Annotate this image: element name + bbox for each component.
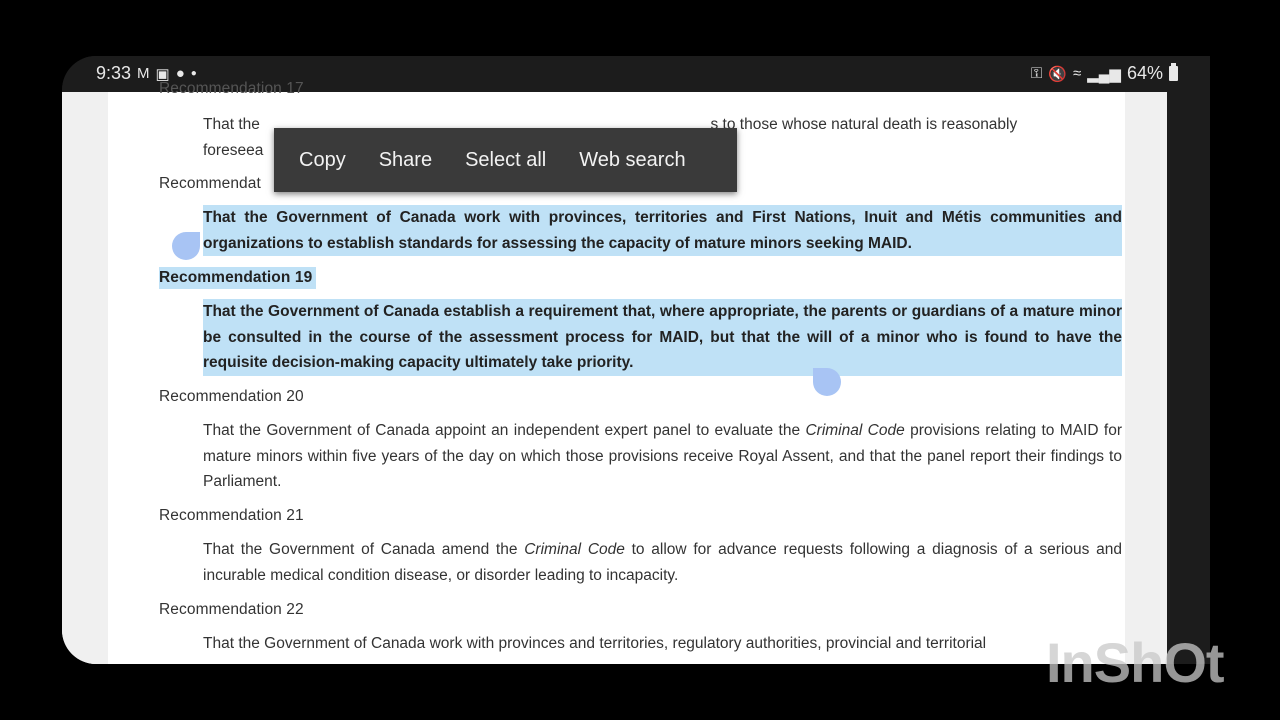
clock: 9:33 <box>96 63 132 83</box>
web-search-button[interactable]: Web search <box>579 149 685 172</box>
document-content: Recommendation 17 That the s to those wh… <box>62 80 1167 664</box>
text-fragment: That the Government of Canada amend the <box>203 541 525 558</box>
battery-percent: 64% <box>1126 63 1163 83</box>
recommendation-heading: Recommendation 21 <box>159 507 304 524</box>
select-all-button[interactable]: Select all <box>465 149 546 172</box>
signal-icon: ▂▄▆ <box>1087 65 1121 83</box>
inshot-watermark: InShOt <box>1046 631 1225 694</box>
italic-text: Criminal Code <box>805 422 905 439</box>
recommendation-text: That the Government of Canada amend the … <box>203 537 1122 588</box>
phone-screen: 9:33 M ▣ ● ● ⚿ 🔇 ≈ ▂▄▆ 64% Recommendatio… <box>62 56 1210 664</box>
selected-recommendation-text[interactable]: That the Government of Canada establish … <box>203 299 1122 376</box>
text-fragment: That the Government of Canada appoint an… <box>203 422 806 439</box>
text-selection-menu: Copy Share Select all Web search <box>274 128 737 192</box>
selected-recommendation-heading[interactable]: Recommendation 19 <box>159 267 317 289</box>
recommendation-heading: Recommendation 22 <box>159 601 304 618</box>
battery-icon <box>1169 63 1178 81</box>
selection-end-handle[interactable] <box>813 368 841 396</box>
copy-button[interactable]: Copy <box>299 149 346 172</box>
gmail-icon: M <box>137 65 150 82</box>
document-page[interactable]: Recommendation 17 That the s to those wh… <box>62 80 1167 664</box>
share-button[interactable]: Share <box>379 149 432 172</box>
wifi-icon: ≈ <box>1073 65 1082 82</box>
vpn-key-icon: ⚿ <box>1030 65 1043 82</box>
dot-icon: ● <box>190 68 197 79</box>
recommendation-heading: Recommendat <box>159 175 261 192</box>
text-fragment: foreseea <box>203 141 264 159</box>
selection-start-handle[interactable] <box>172 232 200 260</box>
italic-text: Criminal Code <box>524 541 625 558</box>
recommendation-heading: Recommendation 20 <box>159 388 304 405</box>
text-fragment: That the <box>203 116 260 133</box>
recommendation-heading: Recommendation 17 <box>159 80 304 97</box>
selected-recommendation-text[interactable]: That the Government of Canada work with … <box>203 205 1122 256</box>
recommendation-text: That the Government of Canada appoint an… <box>203 418 1122 495</box>
recommendation-text: That the Government of Canada work with … <box>203 635 987 652</box>
text-fragment: s to those whose natural death is reason… <box>710 116 1018 133</box>
mute-icon: 🔇 <box>1048 65 1068 83</box>
